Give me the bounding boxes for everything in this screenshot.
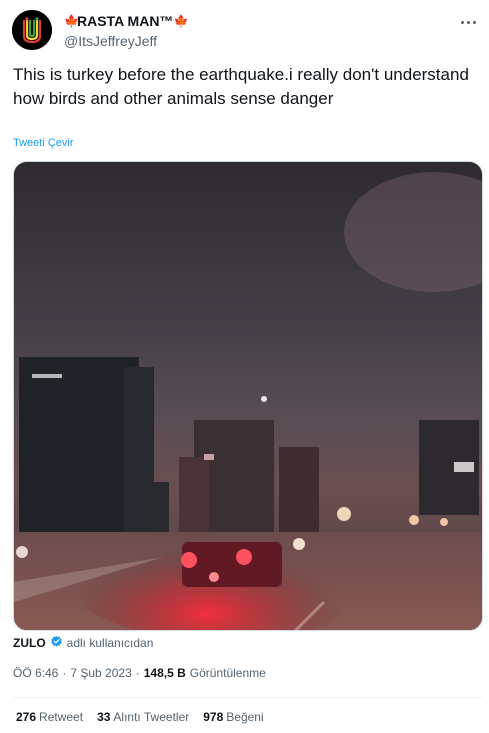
retweets-count: 276 xyxy=(16,710,37,724)
quotes-count: 33 xyxy=(97,710,111,724)
meta-separator: · xyxy=(62,666,67,680)
author-names: 🍁 RASTA MAN™ 🍁 @ItsJeffreyJeff xyxy=(64,13,189,50)
meta-separator: · xyxy=(135,666,140,680)
attribution-name[interactable]: ZULO xyxy=(13,636,46,650)
tweet-time[interactable]: ÖÖ 6:46 xyxy=(13,666,58,680)
quote-tweets-stat[interactable]: 33 Alıntı Tweetler xyxy=(97,710,189,724)
divider xyxy=(13,697,483,698)
verified-badge-icon xyxy=(50,635,63,651)
tweet-date[interactable]: 7 Şub 2023 xyxy=(70,666,131,680)
user-handle[interactable]: @ItsJeffreyJeff xyxy=(64,32,186,50)
likes-count: 978 xyxy=(203,710,224,724)
tweet-text: This is turkey before the earthquake.i r… xyxy=(13,65,469,108)
translate-tweet-link[interactable]: Tweeti Çevir xyxy=(13,137,74,149)
maple-leaf-icon: 🍁 xyxy=(64,14,79,28)
avatar-icon xyxy=(12,10,52,50)
views-count: 148,5 B xyxy=(143,666,186,680)
likes-label: Beğeni xyxy=(226,710,264,724)
tweet-video[interactable] xyxy=(13,161,483,631)
maple-leaf-icon: 🍁 xyxy=(173,14,189,28)
avatar[interactable] xyxy=(12,10,52,50)
tweet-meta: ÖÖ 6:46 · 7 Şub 2023 · 148,5 B Görüntüle… xyxy=(13,666,266,680)
retweets-stat[interactable]: 276 Retweet xyxy=(16,710,83,724)
display-name-text: RASTA MAN™ xyxy=(77,13,174,29)
quotes-label: Alıntı Tweetler xyxy=(113,710,190,724)
media-attribution: ZULO adlı kullanıcıdan xyxy=(13,635,153,651)
more-options-icon[interactable] xyxy=(458,12,478,32)
display-name[interactable]: 🍁 RASTA MAN™ 🍁 xyxy=(64,13,189,30)
video-frame xyxy=(14,162,482,630)
retweets-label: Retweet xyxy=(39,710,84,724)
engagement-stats: 276 Retweet 33 Alıntı Tweetler 978 Beğeni xyxy=(16,710,278,724)
views-label: Görüntülenme xyxy=(189,666,266,680)
likes-stat[interactable]: 978 Beğeni xyxy=(203,710,263,724)
attribution-suffix: adlı kullanıcıdan xyxy=(66,636,154,650)
tweet-header: 🍁 RASTA MAN™ 🍁 @ItsJeffreyJeff xyxy=(12,10,480,54)
